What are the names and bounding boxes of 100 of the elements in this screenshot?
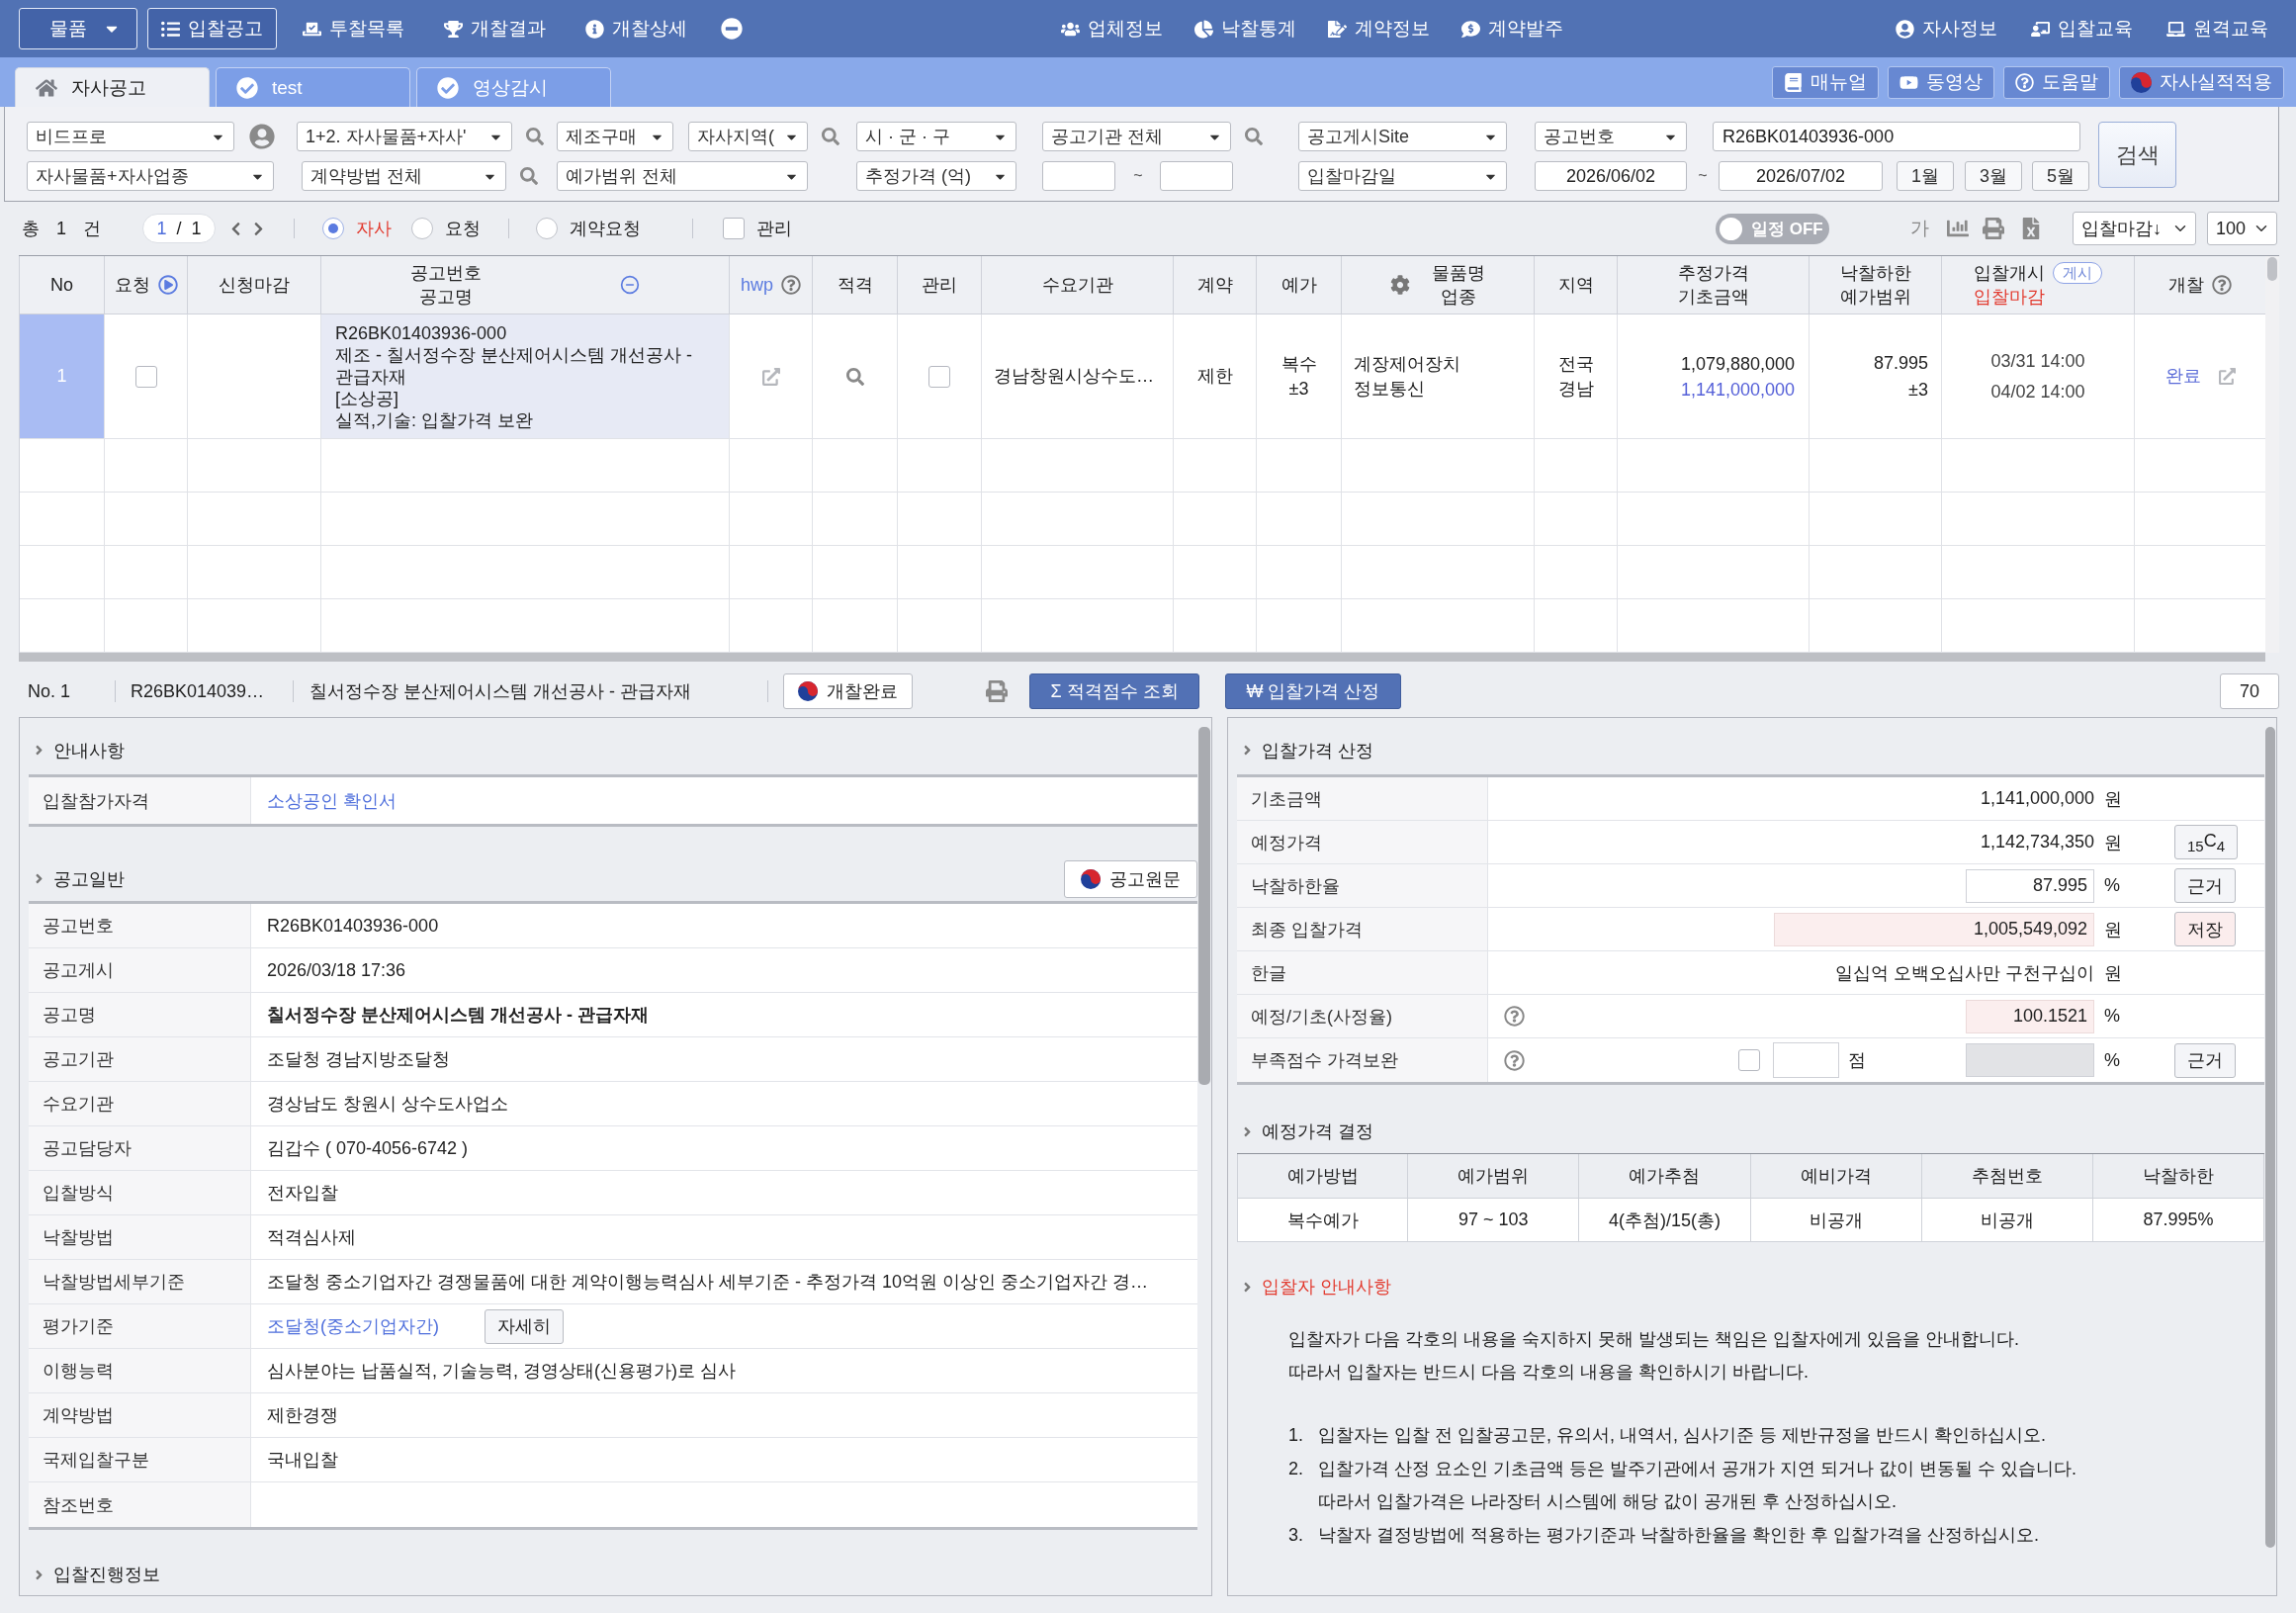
section-title[interactable]: 공고일반 <box>53 866 125 891</box>
input-field[interactable] <box>1042 161 1115 191</box>
notice-title[interactable]: 제조 - 칠서정수장 분산제어시스템 개선공사 - 관급자재 <box>335 343 703 388</box>
nav-item[interactable]: 낙찰통계 <box>1181 8 1310 49</box>
current-page[interactable]: 1 <box>156 218 167 239</box>
dropdown[interactable]: 제조구매 <box>557 122 673 151</box>
search-button[interactable]: 검색 <box>2098 122 2176 188</box>
dropdown[interactable]: 추정가격 (억) <box>856 161 1016 191</box>
input-field[interactable]: 2026/07/02 <box>1719 161 1883 191</box>
period-button[interactable]: 3월 <box>1965 161 2022 191</box>
dropdown[interactable]: 자사지역( <box>688 122 808 151</box>
period-button[interactable]: 1월 <box>1897 161 1954 191</box>
input-field[interactable]: 70 <box>2220 673 2279 709</box>
badge[interactable]: 게시 <box>2053 262 2102 284</box>
help-icon[interactable] <box>1504 1049 1525 1071</box>
nav-item[interactable]: 입찰공고 <box>147 8 277 49</box>
gear-icon[interactable] <box>1390 275 1410 295</box>
link[interactable]: 소상공인 확인서 <box>267 788 397 813</box>
help-icon <box>2015 72 2034 92</box>
details-button[interactable]: 자세히 <box>485 1308 564 1344</box>
dropdown[interactable]: 예가범위 전체 <box>557 161 808 191</box>
print-icon[interactable] <box>986 680 1008 702</box>
dropdown[interactable]: 시 · 군 · 구 <box>856 122 1016 151</box>
checkbox[interactable] <box>1738 1049 1760 1071</box>
nav-item[interactable]: 원격교육 <box>2153 8 2282 49</box>
vertical-scrollbar[interactable] <box>2265 256 2279 653</box>
notice-tag: [소상공] <box>335 387 398 409</box>
row-action-button[interactable]: 근거 <box>2174 868 2236 903</box>
link[interactable]: 조달청(중소기업자간) <box>267 1314 439 1338</box>
status-button[interactable]: 개찰완료 <box>783 673 913 709</box>
search-icon[interactable] <box>822 128 839 145</box>
dropdown[interactable]: 입찰마감일 <box>1298 161 1507 191</box>
nav-item[interactable]: 투찰목록 <box>289 8 418 49</box>
table-cell-text: 제한 <box>1196 365 1233 388</box>
radio-button[interactable] <box>536 218 558 239</box>
help-icon[interactable] <box>1504 1006 1525 1027</box>
nav-item[interactable]: 입찰교육 <box>2017 8 2147 49</box>
period-button[interactable]: 5월 <box>2032 161 2089 191</box>
dropdown[interactable]: 1+2. 자사물품+자사' <box>297 122 512 151</box>
input-field[interactable]: 2026/06/02 <box>1535 161 1687 191</box>
search-icon[interactable] <box>526 128 544 145</box>
section-title[interactable]: 안내사항 <box>53 738 125 762</box>
section-title[interactable]: 예정가격 결정 <box>1262 1120 1373 1143</box>
external-link-icon[interactable] <box>761 367 780 386</box>
sort-dropdown[interactable]: 입찰마감↓ <box>2073 212 2196 245</box>
nav-item[interactable]: 개찰결과 <box>430 8 560 49</box>
column-header[interactable]: hwp <box>741 273 773 297</box>
radio-button[interactable] <box>411 218 433 239</box>
search-icon[interactable] <box>845 367 864 386</box>
toggle-knob-icon <box>1720 217 1742 240</box>
result-field[interactable]: 100.1521 <box>1966 999 2094 1033</box>
dropdown[interactable]: 공고기관 전체 <box>1042 122 1231 151</box>
section-title[interactable]: 입찰진행정보 <box>53 1563 160 1586</box>
dropdown[interactable]: 자사물품+자사업종 <box>27 161 274 191</box>
spreadsheet-file-icon[interactable] <box>2020 218 2042 239</box>
nav-item[interactable]: 계약정보 <box>1314 8 1444 49</box>
nav-item[interactable]: 계약발주 <box>1448 8 1577 49</box>
radio-button[interactable] <box>322 218 344 239</box>
original-notice-button[interactable]: 공고원문 <box>1064 859 1197 898</box>
print-icon[interactable] <box>1983 218 2004 239</box>
link[interactable]: 완료 <box>2164 364 2201 389</box>
help-icon[interactable] <box>781 275 801 295</box>
search-icon[interactable] <box>520 167 538 185</box>
field-label: 낙찰하한율 <box>1237 864 1488 907</box>
dropdown[interactable]: 비드프로 <box>27 122 234 151</box>
external-link-icon[interactable] <box>2218 368 2236 385</box>
dropdown[interactable]: 계약방법 전체 <box>302 161 506 191</box>
checkbox[interactable] <box>134 365 157 388</box>
row-action-button[interactable]: $_{15}$C$_{4}$ <box>2174 825 2239 859</box>
field-label: 예정/기초(사정율) <box>1237 995 1488 1037</box>
dropdown[interactable]: 공고번호 <box>1535 122 1687 151</box>
section-title[interactable]: 입찰자 안내사항 <box>1262 1275 1391 1299</box>
nav-item[interactable]: 개찰상세 <box>572 8 701 49</box>
checkbox[interactable] <box>723 218 745 239</box>
column-subheader: 공고명 <box>419 286 473 309</box>
category-dropdown[interactable]: 물품 <box>19 8 137 49</box>
row-action-button[interactable]: 저장 <box>2174 912 2236 946</box>
tab[interactable]: 자사공고 <box>15 67 210 107</box>
input-field[interactable]: 87.995 <box>1966 868 2094 903</box>
minus-circle-icon[interactable] <box>620 275 640 295</box>
result-field[interactable]: 1,005,549,092 <box>1774 912 2094 946</box>
nav-item[interactable]: 자사정보 <box>1882 8 2011 49</box>
dropdown[interactable]: 공고게시Site <box>1298 122 1507 151</box>
input-field[interactable] <box>1773 1042 1839 1078</box>
section-title[interactable]: 입찰가격 산정 <box>1262 738 1373 762</box>
help-icon[interactable] <box>2212 275 2232 295</box>
bar-chart-icon[interactable] <box>1947 218 1969 239</box>
search-icon[interactable] <box>1245 128 1263 145</box>
checkbox[interactable] <box>928 365 950 388</box>
input-field[interactable] <box>1160 161 1233 191</box>
horizontal-scrollbar[interactable] <box>19 653 2265 662</box>
unit-label: 점 <box>1848 1049 1866 1072</box>
action-button[interactable]: ₩ 입찰가격 산정 <box>1225 673 1401 709</box>
input-field[interactable]: R26BK01403936-000 <box>1713 122 2080 151</box>
page-size-dropdown[interactable]: 100 <box>2207 212 2277 245</box>
list-item-text: 입찰자는 입찰 전 입찰공고문, 유의서, 내역서, 심사기준 등 제반규정을 반드시 확인하십시오. <box>1318 1424 2046 1447</box>
action-button[interactable]: Σ 적격점수 조회 <box>1029 673 1199 709</box>
row-action-button[interactable]: 근거 <box>2174 1042 2236 1078</box>
table-cell: 비공개 <box>1921 1199 2093 1242</box>
nav-item[interactable]: 업체정보 <box>1047 8 1177 49</box>
